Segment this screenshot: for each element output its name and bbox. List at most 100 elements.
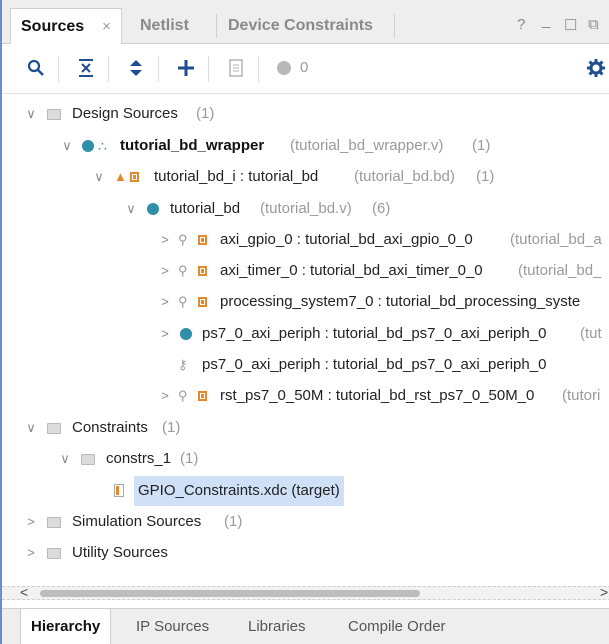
- chevron-down-icon[interactable]: ∨: [24, 99, 38, 129]
- tab-libraries[interactable]: Libraries: [238, 609, 316, 644]
- tree-row-ps7[interactable]: > ⚲ processing_system7_0 : tutorial_bd_p…: [2, 287, 609, 317]
- tree-file: (tutorial_bd_wrapper.v): [290, 137, 444, 154]
- chevron-right-icon[interactable]: >: [158, 256, 172, 286]
- ip-icon: [198, 235, 207, 245]
- chevron-right-icon[interactable]: >: [158, 287, 172, 317]
- bottom-tab-bar: Hierarchy IP Sources Libraries Compile O…: [2, 608, 609, 644]
- tab-divider: [394, 14, 395, 38]
- tree-label-selected[interactable]: GPIO_Constraints.xdc (target): [134, 476, 344, 506]
- tree-label: rst_ps7_0_50M : tutorial_bd_rst_ps7_0_50…: [220, 387, 535, 404]
- folder-icon: [81, 454, 95, 465]
- chevron-right-icon[interactable]: >: [158, 319, 172, 349]
- tree-row-axi-periph-instance[interactable]: ⚷ ps7_0_axi_periph : tutorial_bd_ps7_0_a…: [2, 350, 609, 380]
- restore-icon[interactable]: ⧉: [588, 16, 599, 33]
- key-icon: ⚷: [178, 357, 188, 372]
- expand-all-icon[interactable]: [124, 56, 148, 80]
- tree-row-constrs-1[interactable]: ∨ constrs_1 (1): [2, 444, 609, 474]
- tree-count: (1): [162, 419, 181, 436]
- tree-row-utility-sources[interactable]: > Utility Sources: [2, 538, 609, 568]
- tree-row-bd[interactable]: ∨ tutorial_bd (tutorial_bd.v) (6): [2, 194, 609, 224]
- tree-count: (1): [180, 450, 199, 467]
- scroll-left-icon[interactable]: <: [20, 584, 28, 600]
- folder-icon: [47, 548, 61, 559]
- collapse-all-icon[interactable]: [74, 56, 98, 80]
- tab-close-icon[interactable]: ×: [102, 18, 111, 35]
- toolbar-divider: [108, 56, 109, 82]
- tree-file: (tut: [580, 325, 602, 342]
- tab-device-constraints[interactable]: Device Constraints: [218, 8, 383, 44]
- tab-netlist-label: Netlist: [140, 17, 189, 34]
- tree-row-axi-periph[interactable]: > ps7_0_axi_periph : tutorial_bd_ps7_0_a…: [2, 319, 609, 349]
- chevron-down-icon[interactable]: ∨: [58, 444, 72, 474]
- gear-icon[interactable]: [584, 56, 608, 80]
- add-sources-icon[interactable]: [174, 56, 198, 80]
- toolbar-divider: [158, 56, 159, 82]
- horizontal-scrollbar[interactable]: < >: [2, 584, 609, 600]
- folder-icon: [47, 517, 61, 528]
- chevron-right-icon[interactable]: >: [24, 507, 38, 537]
- scrollbar-thumb[interactable]: [40, 590, 420, 597]
- chevron-right-icon[interactable]: >: [158, 381, 172, 411]
- sources-panel: Sources × Netlist Device Constraints ? _ …: [0, 0, 609, 644]
- tree-file: (tutorial_bd.v): [260, 200, 352, 217]
- tree-file: (tutorial_bd_a: [510, 231, 602, 248]
- toolbar-divider: [58, 56, 59, 82]
- tree-file: (tutorial_bd_: [518, 262, 602, 279]
- tab-hierarchy[interactable]: Hierarchy: [20, 609, 112, 644]
- module-dot-icon: [147, 203, 159, 215]
- tree-file: (tutorial_bd.bd): [354, 168, 455, 185]
- chevron-down-icon[interactable]: ∨: [92, 162, 106, 192]
- ip-icon: [130, 172, 139, 182]
- tree-label: tutorial_bd_wrapper: [120, 137, 265, 154]
- tree-label: axi_gpio_0 : tutorial_bd_axi_gpio_0_0: [220, 231, 473, 248]
- tree-count: (6): [372, 200, 391, 217]
- tab-sources[interactable]: Sources ×: [10, 8, 122, 45]
- search-icon[interactable]: [24, 56, 48, 80]
- tree-count: (1): [196, 105, 215, 122]
- chevron-right-icon[interactable]: >: [158, 225, 172, 255]
- tree-row-rst[interactable]: > ⚲ rst_ps7_0_50M : tutorial_bd_rst_ps7_…: [2, 381, 609, 411]
- help-icon[interactable]: ?: [517, 16, 525, 33]
- chevron-down-icon[interactable]: ∨: [24, 413, 38, 443]
- tree-row-wrapper[interactable]: ∨ ∴ tutorial_bd_wrapper (tutorial_bd_wra…: [2, 131, 609, 161]
- tree-label: Utility Sources: [72, 544, 168, 561]
- chevron-right-icon[interactable]: >: [24, 538, 38, 568]
- tab-compile-order[interactable]: Compile Order: [338, 609, 456, 644]
- pin-icon: ⚲: [178, 263, 188, 278]
- tree-label: ps7_0_axi_periph : tutorial_bd_ps7_0_axi…: [202, 356, 547, 373]
- tree-label: axi_timer_0 : tutorial_bd_axi_timer_0_0: [220, 262, 483, 279]
- tree-row-constraints[interactable]: ∨ Constraints (1): [2, 413, 609, 443]
- unsaved-count: 0: [300, 59, 309, 76]
- tree-row-bd-i[interactable]: ∨ ▲ tutorial_bd_i : tutorial_bd (tutoria…: [2, 162, 609, 192]
- properties-icon[interactable]: [224, 56, 248, 80]
- maximize-icon[interactable]: ☐: [564, 16, 577, 34]
- constraint-file-icon: [114, 484, 124, 497]
- block-design-icon: ▲: [114, 169, 127, 184]
- tab-device-constraints-label: Device Constraints: [228, 17, 373, 34]
- chevron-down-icon[interactable]: ∨: [124, 194, 138, 224]
- tree-row-timer[interactable]: > ⚲ axi_timer_0 : tutorial_bd_axi_timer_…: [2, 256, 609, 286]
- scroll-right-icon[interactable]: >: [600, 584, 608, 600]
- tree-row-gpio[interactable]: > ⚲ axi_gpio_0 : tutorial_bd_axi_gpio_0_…: [2, 225, 609, 255]
- ip-icon: [198, 297, 207, 307]
- tree-row-xdc[interactable]: GPIO_Constraints.xdc (target): [2, 476, 609, 506]
- tab-netlist[interactable]: Netlist: [130, 8, 199, 44]
- tree-count: (1): [472, 137, 491, 154]
- tree-label: processing_system7_0 : tutorial_bd_proce…: [220, 293, 581, 310]
- tree-row-design-sources[interactable]: ∨ Design Sources (1): [2, 99, 609, 129]
- folder-icon: [47, 109, 61, 120]
- module-dot-icon: [82, 140, 94, 152]
- sources-tree: ∨ Design Sources (1) ∨ ∴ tutorial_bd_wra…: [2, 94, 609, 584]
- minimize-icon[interactable]: _: [542, 12, 550, 29]
- tree-label: Simulation Sources: [72, 513, 202, 530]
- tree-label: constrs_1: [106, 450, 172, 467]
- tree-row-sim-sources[interactable]: > Simulation Sources (1): [2, 507, 609, 537]
- tab-sources-label: Sources: [21, 18, 85, 35]
- tree-count: (1): [224, 513, 243, 530]
- folder-icon: [47, 423, 61, 434]
- toolbar: 0: [2, 44, 609, 94]
- tab-ip-sources[interactable]: IP Sources: [126, 609, 219, 644]
- hierarchy-icon: ∴: [98, 138, 107, 154]
- pin-icon: ⚲: [178, 232, 188, 247]
- chevron-down-icon[interactable]: ∨: [60, 131, 74, 161]
